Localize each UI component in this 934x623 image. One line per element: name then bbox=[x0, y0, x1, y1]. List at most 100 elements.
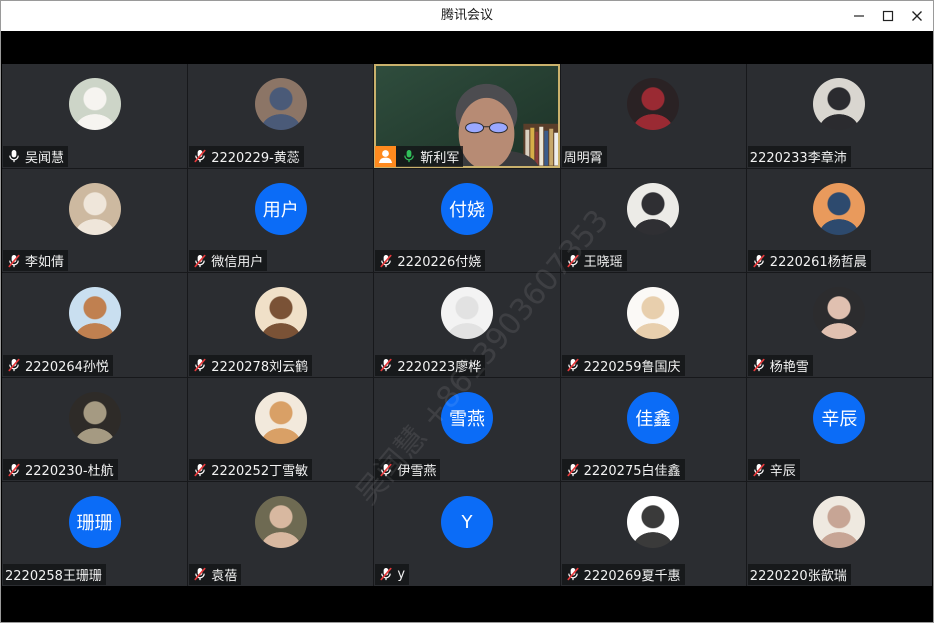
participant-name: 2220264孙悦 bbox=[25, 359, 109, 375]
mic-muted-icon bbox=[566, 567, 580, 581]
participant-name-label: 2220275白佳鑫 bbox=[561, 459, 685, 481]
participant-tile[interactable]: 靳利军 bbox=[374, 64, 560, 168]
participant-name-label: 2220258王珊珊 bbox=[3, 563, 106, 585]
participant-name-label: 靳利军 bbox=[375, 145, 464, 167]
participant-tile[interactable]: 用户微信用户 bbox=[188, 168, 374, 273]
avatar-photo bbox=[627, 496, 680, 549]
participant-name: 微信用户 bbox=[211, 255, 264, 271]
participant-name: 袁蓓 bbox=[211, 568, 238, 584]
avatar-photo bbox=[254, 496, 307, 549]
participant-tile[interactable]: 2220230-杜航 bbox=[2, 377, 188, 482]
participant-tile[interactable]: 王晓瑶 bbox=[560, 168, 746, 273]
participant-tile[interactable]: 付娆 2220226付娆 bbox=[374, 168, 560, 273]
avatar-photo bbox=[813, 287, 866, 340]
participant-name: 2220275白佳鑫 bbox=[583, 464, 681, 480]
participant-tile[interactable]: 佳鑫 2220275白佳鑫 bbox=[560, 377, 746, 482]
participant-name: 吴闻慧 bbox=[25, 150, 65, 166]
title-bar[interactable]: 腾讯会议 bbox=[1, 1, 933, 31]
minimize-icon bbox=[853, 15, 864, 17]
participant-name: 王晓瑶 bbox=[583, 255, 623, 271]
participant-tile[interactable]: 袁蓓 bbox=[188, 482, 374, 586]
mic-muted-icon bbox=[566, 463, 580, 477]
avatar-photo bbox=[254, 78, 307, 130]
participant-tile[interactable]: 辛辰 辛辰 bbox=[746, 377, 932, 482]
participant-name: 2220259鲁国庆 bbox=[583, 359, 681, 375]
avatar-initials: 雪燕 bbox=[440, 391, 493, 444]
participant-name: 2220229-黄蕊 bbox=[211, 150, 300, 166]
participant-tile[interactable]: 2220269夏千惠 bbox=[560, 482, 746, 586]
mic-muted-icon bbox=[7, 254, 21, 268]
avatar-initials: 佳鑫 bbox=[627, 391, 680, 444]
participant-grid: 吴闻慧 2220229-黄蕊 靳利军 周明霄 2220233李章沛 李如倩 用户 微信用户 付娆… bbox=[2, 64, 932, 586]
participant-tile[interactable]: 雪燕伊雪燕 bbox=[374, 377, 560, 482]
participant-name-label: 2220226付娆 bbox=[375, 250, 486, 272]
participant-tile[interactable]: 2220233李章沛 bbox=[746, 64, 932, 168]
mic-muted-icon bbox=[379, 567, 393, 581]
participant-tile[interactable]: 2220220张歆瑞 bbox=[746, 482, 932, 586]
window-title: 腾讯会议 bbox=[440, 8, 493, 23]
avatar-text: 雪燕 bbox=[448, 408, 485, 430]
mic-muted-icon bbox=[193, 254, 207, 268]
participant-name: 辛辰 bbox=[769, 464, 796, 480]
avatar-initials: 用户 bbox=[254, 182, 307, 235]
participant-name: 周明霄 bbox=[563, 150, 603, 166]
avatar-photo bbox=[68, 78, 121, 130]
participant-name-label: 2220220张歆瑞 bbox=[747, 563, 851, 585]
participant-name-label: 辛辰 bbox=[747, 459, 800, 481]
avatar-initials: 辛辰 bbox=[813, 391, 866, 444]
window-controls bbox=[844, 1, 931, 31]
participant-tile[interactable]: 李如倩 bbox=[2, 168, 188, 273]
participant-name: 靳利军 bbox=[420, 150, 460, 166]
mic-muted-icon bbox=[379, 463, 393, 477]
avatar-initials: Y bbox=[440, 496, 493, 549]
avatar-text: 珊珊 bbox=[76, 513, 113, 535]
mic-muted-icon bbox=[379, 358, 393, 372]
avatar-text: Y bbox=[461, 511, 473, 533]
participant-name: 李如倩 bbox=[25, 255, 65, 271]
participant-name-label: 2220230-杜航 bbox=[3, 459, 118, 481]
participant-tile[interactable]: 2220278刘云鹤 bbox=[188, 273, 374, 377]
mic-muted-icon bbox=[752, 254, 766, 268]
participant-name: 伊雪燕 bbox=[397, 464, 437, 480]
participant-tile[interactable]: 2220252丁雪敏 bbox=[188, 377, 374, 482]
participant-tile[interactable]: 2220264孙悦 bbox=[2, 273, 188, 377]
participant-tile[interactable]: Yy bbox=[374, 482, 560, 586]
participant-tile[interactable]: 2220259鲁国庆 bbox=[560, 273, 746, 377]
mic-muted-icon bbox=[193, 149, 207, 163]
participant-tile[interactable]: 珊珊 2220258王珊珊 bbox=[2, 482, 188, 586]
participant-name: 2220269夏千惠 bbox=[583, 568, 681, 584]
maximize-button[interactable] bbox=[873, 1, 902, 31]
mic-muted-icon bbox=[379, 254, 393, 268]
participant-tile[interactable]: 2220229-黄蕊 bbox=[188, 64, 374, 168]
participant-name: 2220233李章沛 bbox=[749, 150, 847, 166]
mic-muted-icon bbox=[752, 463, 766, 477]
participant-name-label: 2220229-黄蕊 bbox=[189, 145, 304, 167]
participant-name: 2220258王珊珊 bbox=[5, 568, 102, 584]
participant-name-label: 吴闻慧 bbox=[3, 145, 69, 167]
participant-name-label: 2220264孙悦 bbox=[3, 354, 113, 376]
avatar-photo bbox=[813, 182, 866, 235]
participant-name-label: y bbox=[375, 563, 410, 585]
avatar-text: 付娆 bbox=[448, 199, 485, 221]
meeting-window: 腾讯会议 吴闻慧 2220229-黄蕊 靳利军 周明霄 2220233李章沛李如倩 用户 bbox=[0, 0, 934, 623]
close-button[interactable] bbox=[902, 1, 931, 31]
participant-name-label: 周明霄 bbox=[561, 145, 607, 167]
participant-name: 2220230-杜航 bbox=[25, 464, 114, 480]
participant-name-label: 李如倩 bbox=[3, 250, 69, 272]
avatar-text: 佳鑫 bbox=[635, 408, 672, 430]
avatar-photo bbox=[627, 182, 680, 235]
participant-tile[interactable]: 2220261杨哲晨 bbox=[746, 168, 932, 273]
participant-tile[interactable]: 吴闻慧 bbox=[2, 64, 188, 168]
avatar-initials: 珊珊 bbox=[68, 496, 121, 549]
avatar-photo bbox=[627, 287, 680, 340]
participant-tile[interactable]: 杨艳雪 bbox=[746, 273, 932, 377]
participant-name: y bbox=[397, 566, 406, 582]
participant-tile[interactable]: 周明霄 bbox=[560, 64, 746, 168]
minimize-button[interactable] bbox=[844, 1, 873, 31]
participant-name-label: 2220233李章沛 bbox=[747, 145, 851, 167]
mic-muted-icon bbox=[566, 358, 580, 372]
participant-name-label: 2220252丁雪敏 bbox=[189, 459, 313, 481]
participant-name-label: 2220259鲁国庆 bbox=[561, 354, 685, 376]
participant-tile[interactable]: 2220223廖桦 bbox=[374, 273, 560, 377]
mic-muted-icon bbox=[7, 463, 21, 477]
